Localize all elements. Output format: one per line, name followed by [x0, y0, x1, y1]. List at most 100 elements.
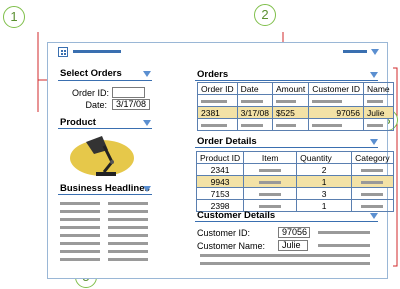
chevron-down-icon[interactable] — [143, 120, 151, 126]
placeholder-bar — [361, 168, 384, 172]
chevron-down-icon[interactable] — [370, 139, 378, 145]
table-row[interactable]: 7153 3 — [195, 187, 394, 200]
callout-2: 2 — [254, 4, 276, 26]
headline-bar[interactable] — [60, 250, 100, 253]
headline-bar[interactable] — [108, 234, 148, 237]
order-id-label: Order ID: — [72, 88, 110, 98]
desk-lamp-icon — [70, 136, 134, 176]
placeholder-bar — [366, 123, 383, 127]
date-input[interactable]: 3/17/08 — [112, 99, 150, 110]
order-id-input[interactable] — [112, 87, 145, 98]
placeholder-bar — [361, 192, 384, 196]
headline-bar[interactable] — [108, 202, 148, 205]
chevron-down-icon[interactable] — [370, 213, 378, 219]
column-header[interactable]: Amount — [271, 82, 310, 95]
headline-bar[interactable] — [60, 258, 100, 261]
date-label: Date: — [85, 100, 107, 110]
chevron-down-icon[interactable] — [143, 71, 151, 77]
customer-id-label: Customer ID: — [197, 228, 251, 238]
placeholder-bar — [240, 99, 263, 103]
placeholder-bar — [200, 254, 370, 257]
placeholder-bar — [201, 99, 227, 103]
customer-name-label: Customer Name: — [197, 241, 266, 251]
amount-cell: $525 — [271, 106, 310, 119]
quantity-cell: 1 — [296, 199, 353, 212]
customer-id-input[interactable]: 97056 — [278, 227, 310, 238]
table-row[interactable] — [197, 118, 394, 131]
order-id-cell: 2381 — [197, 106, 238, 119]
chevron-down-icon[interactable] — [143, 186, 151, 192]
product-id-cell: 7153 — [195, 187, 245, 200]
column-header[interactable]: Quantity — [296, 151, 353, 164]
customer-id-cell: 97056 — [308, 106, 364, 119]
placeholder-bar — [318, 244, 370, 247]
headline-bar[interactable] — [60, 210, 100, 213]
business-headlines-title: Business Headlines — [60, 183, 150, 194]
customer-details-divider — [195, 221, 378, 222]
app-title-bar — [73, 50, 121, 53]
column-header[interactable]: Date — [236, 82, 273, 95]
placeholder-bar — [361, 204, 384, 208]
placeholder-bar — [312, 99, 343, 103]
placeholder-bar — [275, 123, 296, 127]
order-details-title: Order Details — [197, 136, 257, 147]
order-details-table: Product ID Item Quantity Category 2341 2… — [195, 151, 394, 212]
user-menu-bar[interactable] — [343, 50, 367, 53]
table-header-row: Product ID Item Quantity Category — [195, 151, 394, 164]
placeholder-bar — [361, 180, 384, 184]
product-divider — [58, 128, 152, 129]
placeholder-bar — [366, 99, 383, 103]
business-headlines-divider — [58, 194, 152, 195]
headline-bar[interactable] — [108, 210, 148, 213]
quantity-cell: 2 — [296, 163, 353, 176]
table-row-selected[interactable]: 2381 3/17/08 $525 97056 Julie — [197, 106, 394, 119]
order-details-divider — [195, 147, 378, 148]
headline-bar[interactable] — [108, 258, 148, 261]
headline-bar[interactable] — [108, 226, 148, 229]
placeholder-bar — [312, 123, 343, 127]
orders-table: Order ID Date Amount Customer ID Name 23… — [197, 82, 394, 131]
placeholder-bar — [201, 123, 227, 127]
customer-name-input[interactable]: Julie — [278, 240, 308, 251]
placeholder-bar — [259, 168, 282, 172]
app-logo-icon — [58, 47, 68, 57]
headline-bar[interactable] — [108, 250, 148, 253]
column-header[interactable]: Category — [351, 151, 394, 164]
date-cell: 3/17/08 — [236, 106, 273, 119]
select-orders-title: Select Orders — [60, 68, 122, 79]
chevron-down-icon[interactable] — [371, 49, 379, 55]
column-header[interactable]: Customer ID — [308, 82, 364, 95]
column-header[interactable]: Product ID — [195, 151, 245, 164]
select-orders-divider — [58, 80, 152, 81]
placeholder-bar — [318, 231, 370, 234]
table-row-selected[interactable]: 9943 1 — [195, 175, 394, 188]
headline-bar[interactable] — [60, 226, 100, 229]
table-header-row: Order ID Date Amount Customer ID Name — [197, 82, 394, 95]
column-header[interactable]: Order ID — [197, 82, 238, 95]
headline-bar[interactable] — [108, 218, 148, 221]
headline-bar[interactable] — [60, 242, 100, 245]
placeholder-bar — [200, 262, 370, 265]
placeholder-bar — [259, 204, 282, 208]
placeholder-bar — [240, 123, 263, 127]
placeholder-bar — [259, 180, 282, 184]
column-header[interactable]: Item — [243, 151, 298, 164]
headline-bar[interactable] — [60, 202, 100, 205]
placeholder-bar — [275, 99, 296, 103]
product-title: Product — [60, 117, 96, 128]
headline-bar[interactable] — [60, 218, 100, 221]
headline-bar[interactable] — [108, 242, 148, 245]
orders-divider — [195, 80, 378, 81]
chevron-down-icon[interactable] — [370, 72, 378, 78]
product-id-cell: 9943 — [195, 175, 245, 188]
quantity-cell: 1 — [296, 175, 353, 188]
customer-details-title: Customer Details — [197, 210, 276, 221]
callout-1: 1 — [3, 6, 25, 28]
headline-bar[interactable] — [60, 234, 100, 237]
quantity-cell: 3 — [296, 187, 353, 200]
table-row[interactable]: 2341 2 — [195, 163, 394, 176]
column-header[interactable]: Name — [362, 82, 394, 95]
name-cell: Julie — [362, 106, 394, 119]
table-row[interactable] — [197, 94, 394, 107]
placeholder-bar — [259, 192, 282, 196]
